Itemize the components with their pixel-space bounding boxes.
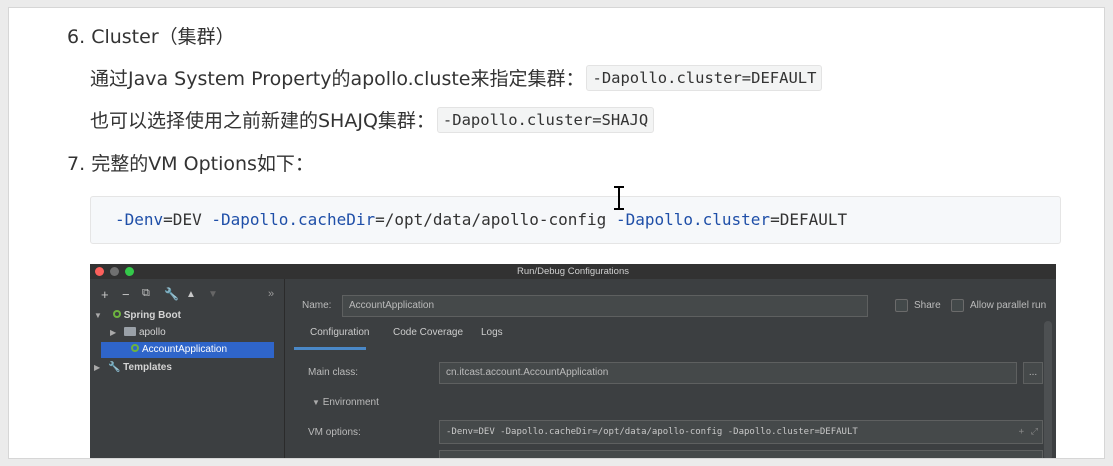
ide-titlebar: Run/Debug Configurations [90,264,1056,279]
ide-config-tree-panel: + − ⧉ 🔧 ▲ ▼ » ▼ Spring Boot ▶ apollo Acc… [90,279,285,458]
tree-label: Templates [123,362,172,373]
text-cursor-icon [614,186,624,210]
share-label: Share [914,300,941,311]
move-up-icon[interactable]: ▲ [186,289,196,300]
vm-options-value: -Denv=DEV -Dapollo.cacheDir=/opt/data/ap… [446,427,858,437]
code-value-cluster: =DEFAULT [770,210,848,229]
tree-item-spring-boot[interactable]: ▼ Spring Boot [90,308,285,324]
code-flag-env: -Denv [115,210,164,229]
inline-code-shajq-cluster: -Dapollo.cluster=SHAJQ [436,106,655,133]
folder-icon [123,327,136,336]
environment-label: Environment [322,397,379,408]
copy-icon[interactable]: ⧉ [142,287,150,300]
code-flag-cachedir: -Dapollo.cacheDir [211,210,376,229]
remove-icon[interactable]: − [122,287,130,302]
tree-label: Spring Boot [123,310,181,321]
code-value-env: =DEV [163,210,212,229]
share-checkbox[interactable] [895,299,908,312]
wrench-icon[interactable]: 🔧 [164,287,179,301]
more-toolbar-icon[interactable]: » [268,288,274,300]
tree-item-apollo[interactable]: ▶ apollo [90,325,285,341]
close-window-icon[interactable] [95,267,104,276]
move-down-icon[interactable]: ▼ [208,289,218,300]
expand-right-icon[interactable]: ▶ [94,360,100,376]
main-class-input[interactable]: cn.itcast.account.AccountApplication [439,362,1017,384]
window-title: Run/Debug Configurations [517,266,629,277]
active-tab-indicator [294,347,366,350]
code-flag-cluster: -Dapollo.cluster [615,210,771,229]
paragraph-text: 通过Java System Property的apollo.cluste来指定集… [90,68,585,90]
paragraph-text: 也可以选择使用之前新建的SHAJQ集群： [90,110,435,132]
tab-logs[interactable]: Logs [481,327,503,338]
add-icon[interactable]: + [101,287,109,302]
list-number: 7. [67,153,86,175]
main-class-label: Main class: [308,367,359,378]
tab-configuration[interactable]: Configuration [310,327,369,338]
document-page: 6. Cluster（集群） 通过Java System Property的ap… [8,7,1105,459]
list-title: 完整的VM Options如下： [91,153,314,175]
tree-label: AccountApplication [142,344,228,355]
paragraph-cluster-property: 通过Java System Property的apollo.cluste来指定集… [90,64,823,91]
wrench-icon: 🔧 [107,362,121,373]
list-title: Cluster（集群） [91,26,235,48]
ide-config-detail-panel: Name: AccountApplication Share Allow par… [286,279,1056,458]
spring-boot-icon [112,310,121,318]
maximize-window-icon[interactable] [125,267,134,276]
browse-button[interactable]: ... [1023,362,1043,384]
add-plus-icon[interactable]: + [1019,421,1024,443]
paragraph-shajq-cluster: 也可以选择使用之前新建的SHAJQ集群： -Dapollo.cluster=SH… [90,106,655,133]
program-arguments-input[interactable] [439,450,1043,458]
tree-item-templates[interactable]: ▶ 🔧 Templates [90,360,285,376]
expand-down-icon[interactable]: ▼ [94,308,102,324]
list-item-cluster: 6. Cluster（集群） [67,22,235,49]
ide-run-debug-screenshot: Run/Debug Configurations + − ⧉ 🔧 ▲ ▼ » ▼… [90,264,1056,458]
tab-code-coverage[interactable]: Code Coverage [393,327,463,338]
minimize-window-icon[interactable] [110,267,119,276]
vm-options-input[interactable]: -Denv=DEV -Dapollo.cacheDir=/opt/data/ap… [439,420,1043,444]
expand-icon[interactable]: ⤢ [1031,421,1038,443]
collapse-down-icon: ▼ [312,398,320,407]
name-input[interactable]: AccountApplication [342,295,868,317]
environment-section[interactable]: ▼ Environment [312,397,379,408]
list-number: 6. [67,26,86,48]
expand-right-icon[interactable]: ▶ [110,325,116,341]
code-value-cachedir: =/opt/data/apollo-config [375,210,616,229]
scrollbar[interactable] [1044,321,1052,458]
tree-item-account-application[interactable]: AccountApplication [101,342,274,358]
inline-code-default-cluster: -Dapollo.cluster=DEFAULT [586,64,823,91]
tree-label: apollo [138,327,166,338]
spring-boot-icon [131,344,139,352]
code-block-vm-options: -Denv=DEV -Dapollo.cacheDir=/opt/data/ap… [90,196,1061,244]
allow-parallel-checkbox[interactable] [951,299,964,312]
vm-options-label: VM options: [308,427,361,438]
list-item-vm-options: 7. 完整的VM Options如下： [67,149,314,176]
allow-parallel-label: Allow parallel run [970,300,1047,311]
name-label: Name: [302,300,332,311]
